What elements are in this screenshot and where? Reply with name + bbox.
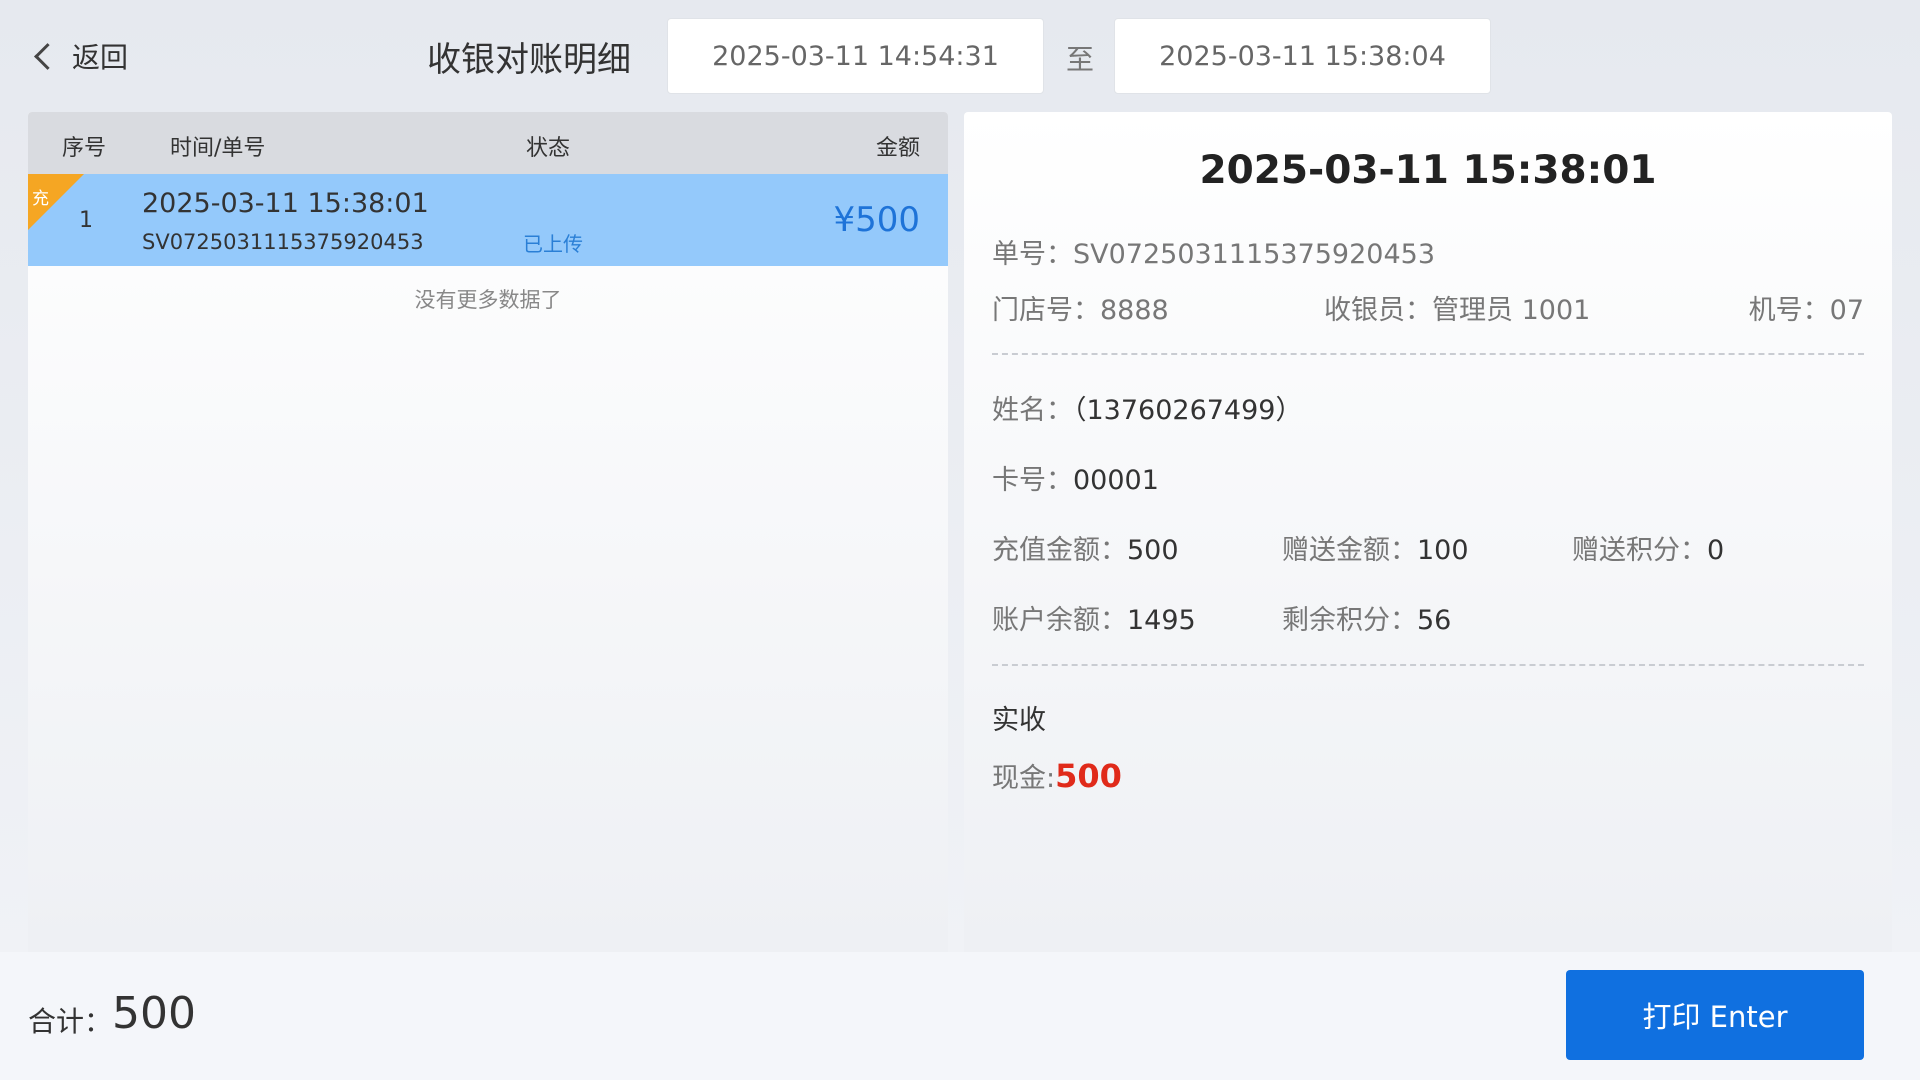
cash-value: 500 xyxy=(1055,757,1122,795)
total-value: 500 xyxy=(112,988,196,1039)
machine-number-field: 机号：07 xyxy=(1749,288,1864,327)
account-balance-field: 账户余额：1495 xyxy=(992,598,1196,637)
remaining-points-value: 56 xyxy=(1417,605,1452,636)
divider xyxy=(992,664,1864,666)
column-header-amount: 金额 xyxy=(875,136,920,161)
detail-time: 2025-03-11 15:38:01 xyxy=(1199,148,1657,193)
date-range-separator: 至 xyxy=(1066,43,1095,76)
footer: 合计： 500 打印 Enter xyxy=(0,952,1920,1080)
column-header-status: 状态 xyxy=(526,136,571,161)
total-label: 合计： xyxy=(28,1005,113,1038)
column-header-no: 序号 xyxy=(62,136,107,161)
row-amount: ¥500 xyxy=(833,200,920,240)
chevron-left-icon xyxy=(30,34,60,78)
remaining-points-label: 剩余积分： xyxy=(1282,605,1417,636)
remaining-points-field: 剩余积分：56 xyxy=(1282,598,1451,637)
order-number-field: 单号：SV0725031115375920453 xyxy=(992,232,1435,271)
table-row[interactable]: 充 1 2025-03-11 15:38:01 SV07250311153759… xyxy=(28,174,948,266)
back-button[interactable]: 返回 xyxy=(30,34,128,78)
bonus-points-label: 赠送积分： xyxy=(1572,535,1707,566)
machine-number-value: 07 xyxy=(1829,295,1864,326)
account-balance-label: 账户余额： xyxy=(992,605,1127,636)
divider xyxy=(992,353,1864,355)
cashier-value: 管理员 1001 xyxy=(1432,295,1591,326)
bonus-amount-field: 赠送金额：100 xyxy=(1282,528,1469,567)
order-number-value: SV0725031115375920453 xyxy=(1073,239,1435,270)
recharge-amount-field: 充值金额：500 xyxy=(992,528,1179,567)
cash-label: 现金: xyxy=(992,763,1056,794)
transaction-list-panel: 序号 时间/单号 状态 金额 充 1 2025-03-11 15:38:01 S… xyxy=(28,112,948,952)
detail-panel: 2025-03-11 15:38:01 单号：SV072503111537592… xyxy=(964,112,1892,952)
received-section-title: 实收 xyxy=(992,705,1046,736)
print-button[interactable]: 打印 Enter xyxy=(1566,970,1864,1060)
table-header: 序号 时间/单号 状态 金额 xyxy=(28,112,948,174)
back-label: 返回 xyxy=(72,41,129,74)
machine-number-label: 机号： xyxy=(1748,295,1830,326)
page-title: 收银对账明细 xyxy=(427,40,631,80)
name-value: （13760267499） xyxy=(1073,395,1303,426)
bonus-amount-value: 100 xyxy=(1417,535,1469,566)
order-number-label: 单号： xyxy=(992,239,1073,270)
cashier-field: 收银员：管理员 1001 xyxy=(1324,288,1590,327)
store-number-field: 门店号：8888 xyxy=(992,288,1169,327)
header: 返回 收银对账明细 2025-03-11 14:54:31 至 2025-03-… xyxy=(0,0,1920,112)
cash-field: 现金:500 xyxy=(992,756,1122,795)
card-number-field: 卡号：00001 xyxy=(992,458,1159,497)
row-number: 1 xyxy=(79,208,93,233)
recharge-amount-value: 500 xyxy=(1127,535,1179,566)
cashier-label: 收银员： xyxy=(1324,295,1432,326)
no-more-data: 没有更多数据了 xyxy=(414,288,562,312)
bonus-amount-label: 赠送金额： xyxy=(1282,535,1417,566)
name-field: 姓名：（13760267499） xyxy=(992,388,1302,427)
store-number-value: 8888 xyxy=(1100,295,1169,326)
store-number-label: 门店号： xyxy=(992,295,1100,326)
bonus-points-value: 0 xyxy=(1707,535,1725,566)
end-date-field[interactable]: 2025-03-11 15:38:04 xyxy=(1114,18,1491,94)
recharge-tag: 充 xyxy=(32,189,49,209)
row-time: 2025-03-11 15:38:01 xyxy=(142,188,429,219)
recharge-amount-label: 充值金额： xyxy=(992,535,1127,566)
account-balance-value: 1495 xyxy=(1127,605,1196,636)
start-date-field[interactable]: 2025-03-11 14:54:31 xyxy=(667,18,1044,94)
card-number-value: 00001 xyxy=(1073,465,1159,496)
row-order-number: SV0725031115375920453 xyxy=(142,230,424,254)
card-number-label: 卡号： xyxy=(992,465,1073,496)
name-label: 姓名： xyxy=(992,395,1073,426)
row-status: 已上传 xyxy=(523,232,583,256)
column-header-time: 时间/单号 xyxy=(170,136,266,161)
bonus-points-field: 赠送积分：0 xyxy=(1572,528,1724,567)
